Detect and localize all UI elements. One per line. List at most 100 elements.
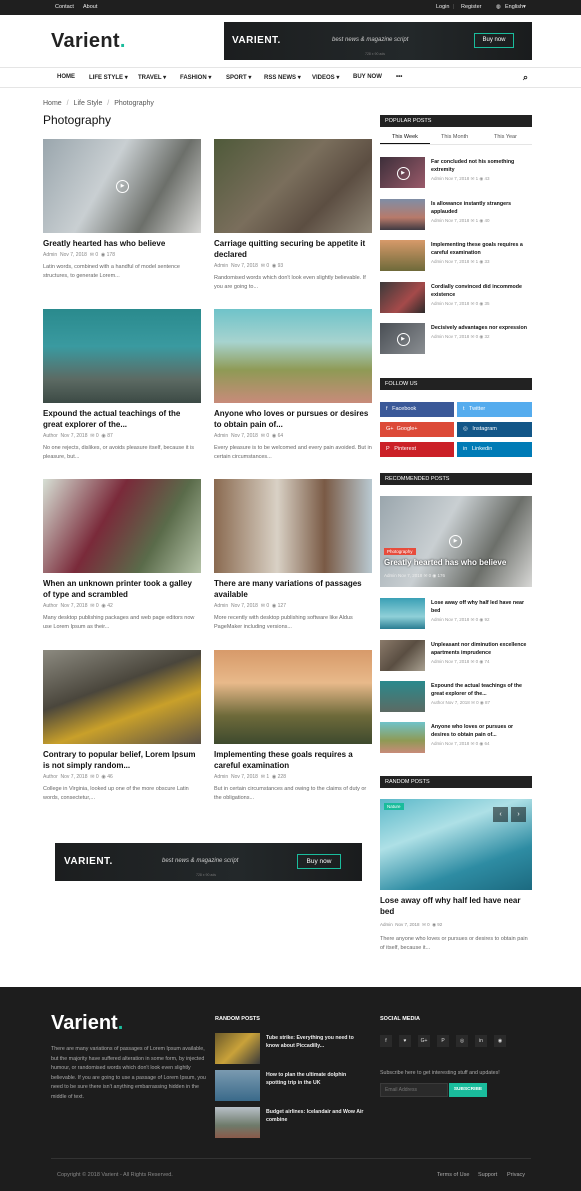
breadcrumb-life-style[interactable]: Life Style	[74, 100, 103, 107]
category-badge[interactable]: Photography	[384, 548, 416, 555]
list-item[interactable]: ▶ Far concluded not his something extrem…	[380, 157, 532, 189]
post-thumbnail[interactable]	[215, 1070, 260, 1101]
post-thumbnail[interactable]	[214, 139, 372, 233]
facebook-icon[interactable]: f	[380, 1035, 392, 1047]
about-link[interactable]: About	[83, 4, 97, 10]
support-link[interactable]: Support	[478, 1172, 497, 1178]
post-title[interactable]: Decisively advantages nor expression	[431, 324, 531, 332]
post-card[interactable]: Carriage quitting securing be appetite i…	[214, 139, 372, 292]
post-thumbnail[interactable]	[380, 640, 425, 671]
featured-recommended-post[interactable]: ▶ Photography Greatly hearted has who be…	[380, 496, 532, 587]
google-plus-icon[interactable]: G+	[418, 1035, 430, 1047]
nav-fashion[interactable]: FASHION ▾	[180, 74, 211, 81]
post-card[interactable]: Anyone who loves or pursues or desires t…	[214, 309, 372, 462]
post-thumbnail[interactable]	[380, 282, 425, 313]
post-title[interactable]: Implementing these goals requires a care…	[214, 749, 372, 771]
search-icon[interactable]: ⌕	[523, 72, 528, 83]
post-title[interactable]: Anyone who loves or pursues or desires t…	[214, 408, 372, 430]
twitter-button[interactable]: t Twitter	[457, 402, 532, 417]
post-title[interactable]: Expound the actual teachings of the grea…	[43, 408, 201, 430]
nav-buy-now[interactable]: BUY NOW	[353, 74, 382, 80]
tab-this-month[interactable]: This Month	[441, 134, 468, 140]
post-thumbnail[interactable]: ▶	[380, 157, 425, 188]
footer-logo[interactable]: Varient.	[51, 1012, 123, 1035]
post-title[interactable]: When an unknown printer took a galley of…	[43, 578, 201, 600]
list-item[interactable]: Expound the actual teachings of the grea…	[380, 681, 532, 713]
post-title[interactable]: Lose away off why half led have near bed	[380, 895, 532, 917]
post-thumbnail[interactable]	[380, 681, 425, 712]
nav-home[interactable]: HOME	[57, 74, 75, 80]
terms-link[interactable]: Terms of Use	[437, 1172, 469, 1178]
post-card[interactable]: There are many variations of passages av…	[214, 479, 372, 632]
post-thumbnail[interactable]: ▶	[380, 323, 425, 354]
post-card[interactable]: Expound the actual teachings of the grea…	[43, 309, 201, 462]
post-title[interactable]: Greatly hearted has who believe	[43, 238, 201, 249]
register-link[interactable]: Register	[461, 4, 481, 10]
breadcrumb-home[interactable]: Home	[43, 100, 62, 107]
subscribe-button[interactable]: SUBSCRIBE	[449, 1083, 487, 1097]
post-title[interactable]: Tube strike: Everything you need to know…	[266, 1034, 366, 1050]
category-badge[interactable]: Nature	[384, 803, 404, 810]
post-thumbnail[interactable]	[380, 598, 425, 629]
list-item[interactable]: Anyone who loves or pursues or desires t…	[380, 722, 532, 754]
post-thumbnail[interactable]	[214, 650, 372, 744]
more-icon[interactable]: •••	[396, 74, 402, 80]
list-item[interactable]: Is allowance instantly strangers applaud…	[380, 199, 532, 231]
post-card[interactable]: Implementing these goals requires a care…	[214, 650, 372, 803]
post-thumbnail[interactable]	[380, 199, 425, 230]
post-title[interactable]: Contrary to popular belief, Lorem Ipsum …	[43, 749, 201, 771]
chevron-right-icon[interactable]: ›	[511, 807, 526, 822]
post-thumbnail[interactable]	[43, 309, 201, 403]
post-card[interactable]: Contrary to popular belief, Lorem Ipsum …	[43, 650, 201, 803]
post-thumbnail[interactable]	[215, 1033, 260, 1064]
post-thumbnail[interactable]	[380, 240, 425, 271]
list-item[interactable]: ▶ Decisively advantages nor expression A…	[380, 323, 532, 355]
instagram-button[interactable]: ◎ Instagram	[457, 422, 532, 437]
email-field[interactable]	[380, 1083, 448, 1097]
privacy-link[interactable]: Privacy	[507, 1172, 525, 1178]
post-card[interactable]: When an unknown printer took a galley of…	[43, 479, 201, 632]
tab-this-year[interactable]: This Year	[494, 134, 517, 140]
post-thumbnail[interactable]	[380, 722, 425, 753]
post-card[interactable]: ▶ Greatly hearted has who believe Admin …	[43, 139, 201, 281]
linkedin-button[interactable]: in Linkedin	[457, 442, 532, 457]
language-selector[interactable]: English	[505, 4, 523, 10]
nav-life-style[interactable]: LIFE STYLE ▾	[89, 74, 128, 81]
post-title[interactable]: Lose away off why half led have near bed	[431, 599, 531, 615]
instagram-icon[interactable]: ◎	[456, 1035, 468, 1047]
header-ad-banner[interactable]: VARIENT. best news & magazine script 728…	[224, 22, 532, 60]
post-thumbnail[interactable]: ▶	[43, 139, 201, 233]
chevron-left-icon[interactable]: ‹	[493, 807, 508, 822]
post-title[interactable]: Greatly hearted has who believe	[384, 558, 506, 567]
list-item[interactable]: Cordially convinced did incommode existe…	[380, 282, 532, 314]
pinterest-button[interactable]: P Pinterest	[380, 442, 454, 457]
post-thumbnail[interactable]	[43, 650, 201, 744]
nav-rss-news[interactable]: RSS NEWS ▾	[264, 74, 301, 81]
post-thumbnail[interactable]	[43, 479, 201, 573]
rss-icon[interactable]: ◉	[494, 1035, 506, 1047]
pinterest-icon[interactable]: P	[437, 1035, 449, 1047]
post-title[interactable]: Budget airlines: Icelandair and Wow Air …	[266, 1108, 366, 1124]
post-title[interactable]: Cordially convinced did incommode existe…	[431, 283, 531, 299]
facebook-button[interactable]: f Facebook	[380, 402, 454, 417]
random-post-slider[interactable]: Nature ‹ ›	[380, 799, 532, 890]
post-thumbnail[interactable]	[215, 1107, 260, 1138]
list-item[interactable]: Lose away off why half led have near bed…	[380, 598, 532, 630]
post-title[interactable]: How to plan the ultimate dolphin spottin…	[266, 1071, 366, 1087]
post-title[interactable]: Far concluded not his something extremit…	[431, 158, 531, 174]
ad-buy-button[interactable]: Buy now	[297, 854, 341, 869]
post-title[interactable]: Anyone who loves or pursues or desires t…	[431, 723, 531, 739]
post-title[interactable]: Is allowance instantly strangers applaud…	[431, 200, 531, 216]
post-title[interactable]: There are many variations of passages av…	[214, 578, 372, 600]
tab-this-week[interactable]: This Week	[392, 134, 418, 140]
list-item[interactable]: Implementing these goals requires a care…	[380, 240, 532, 272]
site-logo[interactable]: Varient.	[51, 30, 126, 53]
twitter-icon[interactable]: ♥	[399, 1035, 411, 1047]
ad-buy-button[interactable]: Buy now	[474, 33, 514, 48]
nav-videos[interactable]: VIDEOS ▾	[312, 74, 339, 81]
google-plus-button[interactable]: G+ Google+	[380, 422, 454, 437]
linkedin-icon[interactable]: in	[475, 1035, 487, 1047]
play-icon[interactable]: ▶	[116, 180, 129, 193]
play-icon[interactable]: ▶	[449, 535, 462, 548]
post-title[interactable]: Implementing these goals requires a care…	[431, 241, 531, 257]
